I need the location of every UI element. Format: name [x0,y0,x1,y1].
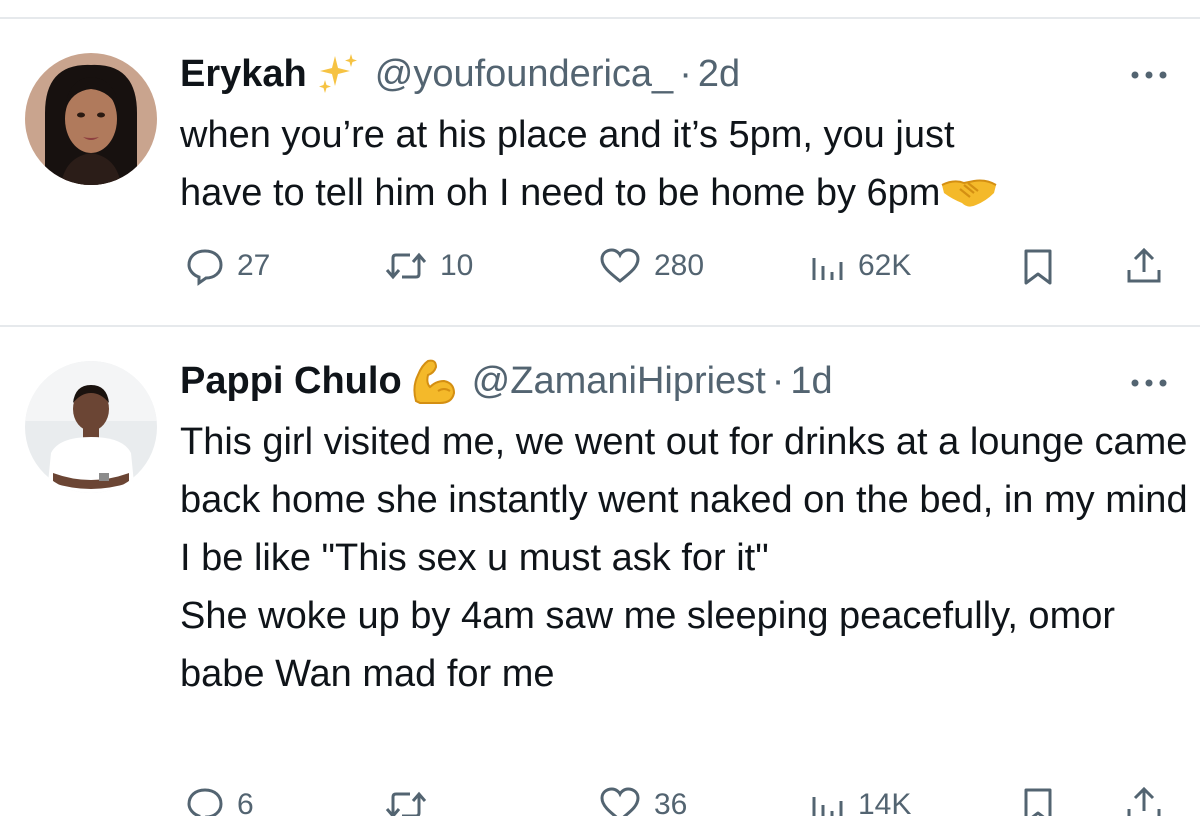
author-handle[interactable]: @ZamaniHipriest [472,356,766,406]
separator: · [771,360,785,402]
author-name[interactable]: Pappi Chulo [180,356,402,406]
views-count: 62K [858,249,912,282]
bookmark-icon [1020,246,1056,286]
author-handle[interactable]: @youfounderica_ [375,49,673,99]
timeline: Erykah @youfounderica_ · 2d when you’re … [0,0,1200,816]
repost-button[interactable] [384,780,440,816]
views-icon [810,785,846,816]
like-icon [598,785,642,816]
share-icon [1124,785,1164,816]
like-button[interactable]: 36 [598,780,687,816]
tweet-actions: 27 10 280 62K [0,241,1200,291]
tweet-text: This girl visited me, we went out for dr… [180,413,1190,703]
repost-count: 10 [440,249,474,282]
more-icon[interactable] [1128,376,1170,388]
reply-icon [185,785,225,816]
views-count: 14K [858,788,912,816]
flexed-biceps-emoji-icon [408,357,458,405]
tweet-text-line: have to tell him oh I need to be home by… [180,164,1190,222]
tweet-text-line-content: have to tell him oh I need to be home by… [180,172,941,214]
avatar[interactable] [25,53,157,185]
tweet-paragraph: She woke up by 4am saw me sleeping peace… [180,595,1116,695]
tweet-paragraph: This girl visited me, we went out for dr… [180,421,1188,579]
more-icon[interactable] [1128,68,1170,80]
tweet-header: Erykah @youfounderica_ · 2d [180,49,740,99]
tweet-text: when you’re at his place and it’s 5pm, y… [180,106,1190,222]
share-icon [1124,246,1164,286]
share-button[interactable] [1124,241,1164,291]
author-name[interactable]: Erykah [180,49,307,99]
bookmark-button[interactable] [1020,780,1056,816]
repost-icon [384,785,428,816]
reply-button[interactable]: 27 [185,241,270,291]
bookmark-icon [1020,785,1056,816]
like-icon [598,246,642,286]
divider [0,325,1200,327]
separator: · [679,53,692,95]
views-button[interactable]: 62K [810,241,911,291]
like-count: 36 [654,788,688,816]
reply-count: 27 [237,249,271,282]
tweet-actions: 6 36 14K [0,780,1200,816]
avatar[interactable] [25,361,157,493]
handshake-emoji-icon [940,170,998,210]
tweet-text-line: when you’re at his place and it’s 5pm, y… [180,114,955,156]
bookmark-button[interactable] [1020,241,1056,291]
timestamp[interactable]: 2d [698,49,740,99]
reply-icon [185,246,225,286]
views-button[interactable]: 14K [810,780,911,816]
like-count: 280 [654,249,705,282]
reply-count: 6 [237,788,254,816]
views-icon [810,246,846,286]
repost-icon [384,246,428,286]
reply-button[interactable]: 6 [185,780,254,816]
like-button[interactable]: 280 [598,241,704,291]
timestamp[interactable]: 1d [790,356,832,406]
sparkles-emoji-icon [313,52,361,96]
divider [0,17,1200,19]
tweet-header: Pappi Chulo @ZamaniHipriest · 1d [180,356,833,406]
share-button[interactable] [1124,780,1164,816]
repost-button[interactable]: 10 [384,241,473,291]
